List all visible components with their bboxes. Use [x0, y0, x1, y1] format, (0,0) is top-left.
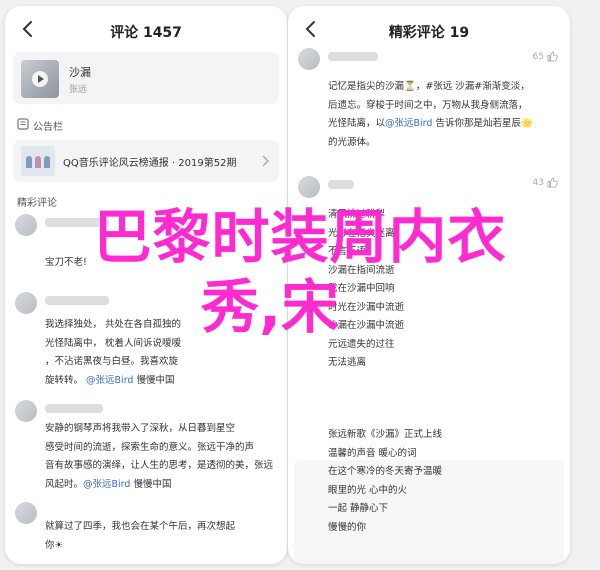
like-count: 43 — [532, 178, 544, 188]
comment-text: 就算过了四季，我也会在某个午后，再次想起 你☀ — [45, 521, 236, 551]
notice-card[interactable]: QQ音乐评论风云榜通报 · 2019第52期 — [13, 140, 279, 182]
notice-section-label: 公告栏 — [33, 122, 63, 133]
mention-link[interactable]: @张远Bird — [86, 375, 133, 386]
mention-link[interactable]: @张远Bird — [385, 118, 432, 129]
chevron-right-icon — [262, 155, 269, 167]
blurred-username — [328, 180, 354, 189]
overlay-caption-line: 巴黎时装周内衣 — [93, 203, 507, 271]
commenter-avatar[interactable] — [298, 176, 320, 198]
overlay-caption: 巴黎时装周内衣 秀,宋 — [0, 202, 600, 342]
notice-icon — [17, 118, 29, 130]
notice-text: QQ音乐评论风云榜通报 · 2019第52期 — [63, 158, 237, 169]
thumbs-up-icon[interactable] — [547, 177, 558, 188]
like-count: 65 — [532, 52, 544, 62]
mention-link[interactable]: @张远Bird — [83, 479, 130, 490]
blurred-username — [45, 404, 103, 413]
artist-name: 张远 — [69, 85, 88, 95]
blurred-username — [328, 52, 378, 61]
commenter-avatar[interactable] — [15, 400, 37, 422]
commenter-avatar[interactable] — [15, 502, 37, 524]
overlay-caption-line: 秀,宋 — [200, 273, 340, 341]
album-card[interactable]: 沙漏 张远 — [13, 52, 279, 104]
play-icon[interactable] — [31, 70, 49, 88]
page-title: 评论 1457 — [110, 25, 182, 41]
comment-text: 记忆是指尖的沙漏⏳，#张远 沙漏#渐渐变淡， 后遗忘。穿梭于时间之中，万物从我身… — [328, 81, 533, 148]
left-top-bar: 评论 1457 — [5, 6, 287, 54]
notice-thumbnail — [21, 146, 55, 176]
right-top-bar: 精彩评论 19 — [288, 6, 570, 54]
page-title: 精彩评论 19 — [388, 25, 470, 41]
commenter-avatar[interactable] — [298, 48, 320, 70]
comment-text: 安静的钢琴声将我带入了深秋，从日暮到星空 感受时间的流逝，探索生命的意义。张远干… — [45, 423, 274, 490]
comment-text: 张远新歌《沙漏》正式上线 温馨的声音 暖心的词 在这个寒冷的冬天寄予温暖 眼里的… — [328, 429, 443, 533]
thumbs-up-icon[interactable] — [547, 51, 558, 62]
song-name: 沙漏 — [69, 66, 91, 79]
